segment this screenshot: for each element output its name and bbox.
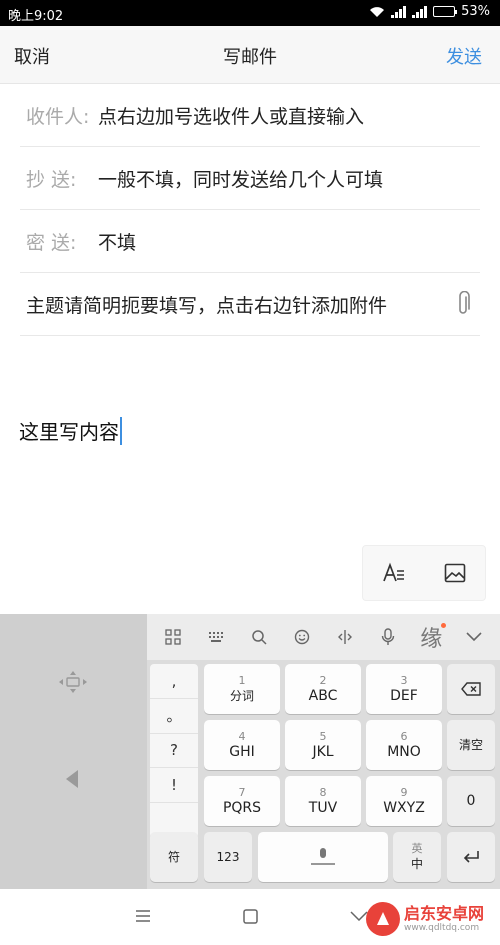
emoji-icon[interactable]	[285, 620, 319, 654]
menu-icon[interactable]	[135, 909, 151, 923]
subject-field[interactable]: 主题请简明扼要填写，点击右边针添加附件	[20, 273, 480, 336]
cc-value[interactable]: 一般不填，同时发送给几个人可填	[98, 165, 383, 192]
page-title: 写邮件	[223, 47, 277, 68]
text-format-icon[interactable]	[374, 553, 414, 593]
paperclip-icon[interactable]	[454, 291, 472, 317]
bcc-field[interactable]: 密 送: 不填	[20, 210, 480, 273]
move-keyboard-icon[interactable]	[58, 670, 88, 694]
language-switch-key[interactable]: 英 中	[393, 832, 441, 882]
to-value[interactable]: 点右边加号选收件人或直接输入	[98, 102, 364, 129]
text-cursor	[120, 416, 122, 445]
collapse-left-icon[interactable]	[64, 768, 80, 790]
cc-label: 抄 送:	[26, 168, 77, 191]
watermark-logo: 启东安卓网 www.qdltdq.com	[366, 898, 496, 940]
chevron-down-icon[interactable]	[457, 620, 491, 654]
punct-key[interactable]: 。	[150, 699, 198, 734]
keyboard-icon[interactable]	[199, 620, 233, 654]
image-icon[interactable]	[435, 553, 475, 593]
key-6[interactable]: 6 MNO	[366, 720, 442, 770]
ime-keyboard: 缘 , 。 ? ! 1 分词 2 ABC 3 DEF 4 GHI 5 JKL 6…	[0, 614, 500, 889]
enter-icon	[463, 851, 479, 863]
backspace-icon	[461, 682, 481, 696]
symbol-key[interactable]: 符	[150, 832, 198, 882]
key-8[interactable]: 8 TUV	[285, 776, 361, 826]
yuan-icon[interactable]: 缘	[414, 620, 448, 654]
enter-key[interactable]	[447, 832, 495, 882]
key-9[interactable]: 9 WXYZ	[366, 776, 442, 826]
bcc-value[interactable]: 不填	[98, 228, 136, 255]
mic-icon	[311, 848, 335, 865]
cursor-icon[interactable]	[328, 620, 362, 654]
signal-icon-2	[412, 5, 428, 18]
backspace-key[interactable]	[447, 664, 495, 714]
keyboard-side-panel	[0, 614, 147, 889]
bcc-label: 密 送:	[26, 231, 77, 254]
number-mode-key[interactable]: 123	[204, 832, 252, 882]
wifi-icon	[370, 6, 385, 17]
punct-key[interactable]: ?	[150, 734, 198, 769]
key-2[interactable]: 2 ABC	[285, 664, 361, 714]
search-icon[interactable]	[242, 620, 276, 654]
watermark-url: www.qdltdq.com	[404, 922, 480, 933]
to-label: 收件人:	[26, 105, 90, 128]
punct-key[interactable]: !	[150, 768, 198, 804]
watermark-name: 启东安卓网	[404, 903, 485, 923]
body-text: 这里写内容	[19, 420, 119, 444]
send-button[interactable]: 发送	[446, 43, 482, 69]
punctuation-column[interactable]: , 。 ? !	[150, 664, 198, 838]
watermark-logo-icon	[366, 902, 400, 936]
signal-icon	[391, 5, 407, 18]
battery-percent: 53%	[461, 4, 490, 19]
clear-key[interactable]: 清空	[447, 720, 495, 770]
compose-header: 取消 写邮件 发送	[0, 26, 500, 84]
key-4[interactable]: 4 GHI	[204, 720, 280, 770]
format-toolbar	[362, 545, 486, 601]
grid-icon[interactable]	[156, 620, 190, 654]
key-5[interactable]: 5 JKL	[285, 720, 361, 770]
home-icon[interactable]	[243, 909, 258, 924]
key-7[interactable]: 7 PQRS	[204, 776, 280, 826]
body-editor[interactable]: 这里写内容	[19, 416, 122, 445]
key-0[interactable]: 0	[447, 776, 495, 826]
cancel-button[interactable]: 取消	[14, 43, 50, 69]
keyboard-toolbar: 缘	[147, 614, 500, 660]
key-1[interactable]: 1 分词	[204, 664, 280, 714]
cc-field[interactable]: 抄 送: 一般不填，同时发送给几个人可填	[20, 147, 480, 210]
subject-value[interactable]: 主题请简明扼要填写，点击右边针添加附件	[20, 291, 387, 318]
key-3[interactable]: 3 DEF	[366, 664, 442, 714]
status-bar: 晚上9:02 53%	[0, 0, 500, 26]
punct-key[interactable]: ,	[150, 664, 198, 699]
battery-icon	[433, 6, 458, 17]
to-field[interactable]: 收件人: 点右边加号选收件人或直接输入	[20, 84, 480, 147]
status-time: 晚上9:02	[8, 9, 64, 24]
mic-icon[interactable]	[371, 620, 405, 654]
space-key[interactable]	[258, 832, 388, 882]
